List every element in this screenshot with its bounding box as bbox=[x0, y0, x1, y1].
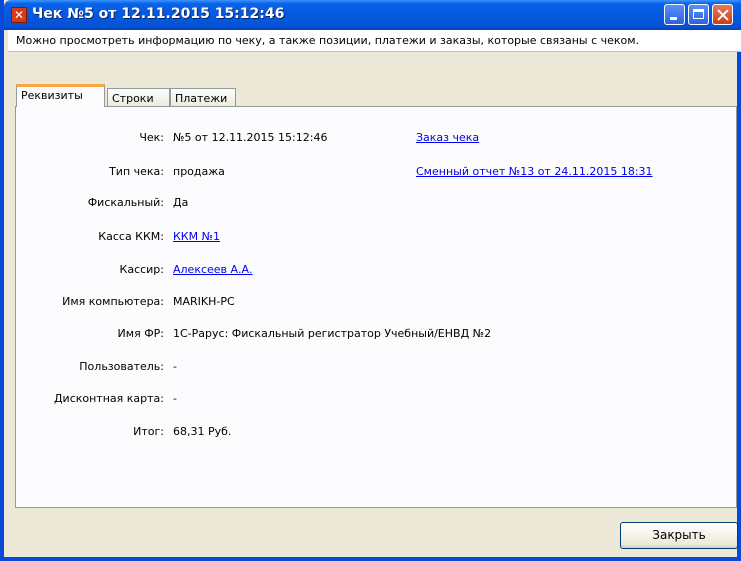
field-receipt-value: №5 от 12.11.2015 15:12:46 bbox=[173, 131, 328, 144]
field-discount-card-value: - bbox=[173, 392, 177, 405]
hint-text: Можно просмотреть информацию по чеку, а … bbox=[8, 30, 741, 52]
field-total-label: Итог: bbox=[133, 425, 164, 438]
field-cashier-label: Кассир: bbox=[119, 263, 164, 276]
field-discount-card: Дисконтная карта: - bbox=[16, 390, 736, 408]
tab-payments[interactable]: Платежи bbox=[170, 88, 236, 107]
field-fiscal: Фискальный: Да bbox=[16, 194, 736, 212]
field-user: Пользователь: - bbox=[16, 358, 736, 376]
order-link[interactable]: Заказ чека bbox=[416, 129, 479, 147]
window-title: Чек №5 от 12.11.2015 15:12:46 bbox=[32, 6, 285, 22]
field-fiscal-value: Да bbox=[173, 196, 189, 209]
field-fr-name-value: 1С-Рарус: Фискальный регистратор Учебный… bbox=[173, 327, 492, 340]
maximize-button[interactable] bbox=[688, 4, 709, 25]
app-icon: ✕ bbox=[11, 7, 27, 23]
tab-requisites[interactable]: Реквизиты bbox=[16, 84, 105, 107]
field-type-value: продажа bbox=[173, 165, 225, 178]
field-register-label: Касса ККМ: bbox=[98, 230, 164, 243]
field-receipt-label: Чек: bbox=[139, 131, 164, 144]
field-total: Итог: 68,31 Руб. bbox=[16, 423, 736, 441]
close-button[interactable]: Закрыть bbox=[620, 522, 738, 549]
tab-lines[interactable]: Строки bbox=[107, 88, 170, 107]
field-register: Касса ККМ: ККМ №1 bbox=[16, 228, 736, 246]
cashier-link[interactable]: Алексеев А.А. bbox=[173, 261, 253, 279]
field-fiscal-label: Фискальный: bbox=[87, 196, 164, 209]
register-link[interactable]: ККМ №1 bbox=[173, 228, 220, 246]
field-computer-value: MARIKH-PC bbox=[173, 295, 235, 308]
field-total-value: 68,31 Руб. bbox=[173, 425, 232, 438]
field-fr-name: Имя ФР: 1С-Рарус: Фискальный регистратор… bbox=[16, 325, 736, 343]
field-discount-card-label: Дисконтная карта: bbox=[53, 392, 164, 405]
close-window-button[interactable] bbox=[712, 4, 733, 25]
field-fr-name-label: Имя ФР: bbox=[117, 327, 164, 340]
field-computer: Имя компьютера: MARIKH-PC bbox=[16, 293, 736, 311]
field-user-value: - bbox=[173, 360, 177, 373]
requisites-panel: Чек: №5 от 12.11.2015 15:12:46 Заказ чек… bbox=[15, 106, 737, 508]
field-type-label: Тип чека: bbox=[109, 165, 164, 178]
shift-report-link[interactable]: Сменный отчет №13 от 24.11.2015 18:31 bbox=[416, 163, 653, 181]
field-receipt: Чек: №5 от 12.11.2015 15:12:46 Заказ чек… bbox=[16, 129, 736, 147]
field-user-label: Пользователь: bbox=[79, 360, 164, 373]
minimize-button[interactable] bbox=[664, 4, 685, 25]
field-computer-label: Имя компьютера: bbox=[62, 295, 164, 308]
title-bar[interactable]: ✕ Чек №5 от 12.11.2015 15:12:46 bbox=[4, 0, 741, 30]
receipt-window: ✕ Чек №5 от 12.11.2015 15:12:46 Можно пр… bbox=[0, 0, 741, 561]
field-type: Тип чека: продажа Сменный отчет №13 от 2… bbox=[16, 163, 736, 181]
field-cashier: Кассир: Алексеев А.А. bbox=[16, 261, 736, 279]
